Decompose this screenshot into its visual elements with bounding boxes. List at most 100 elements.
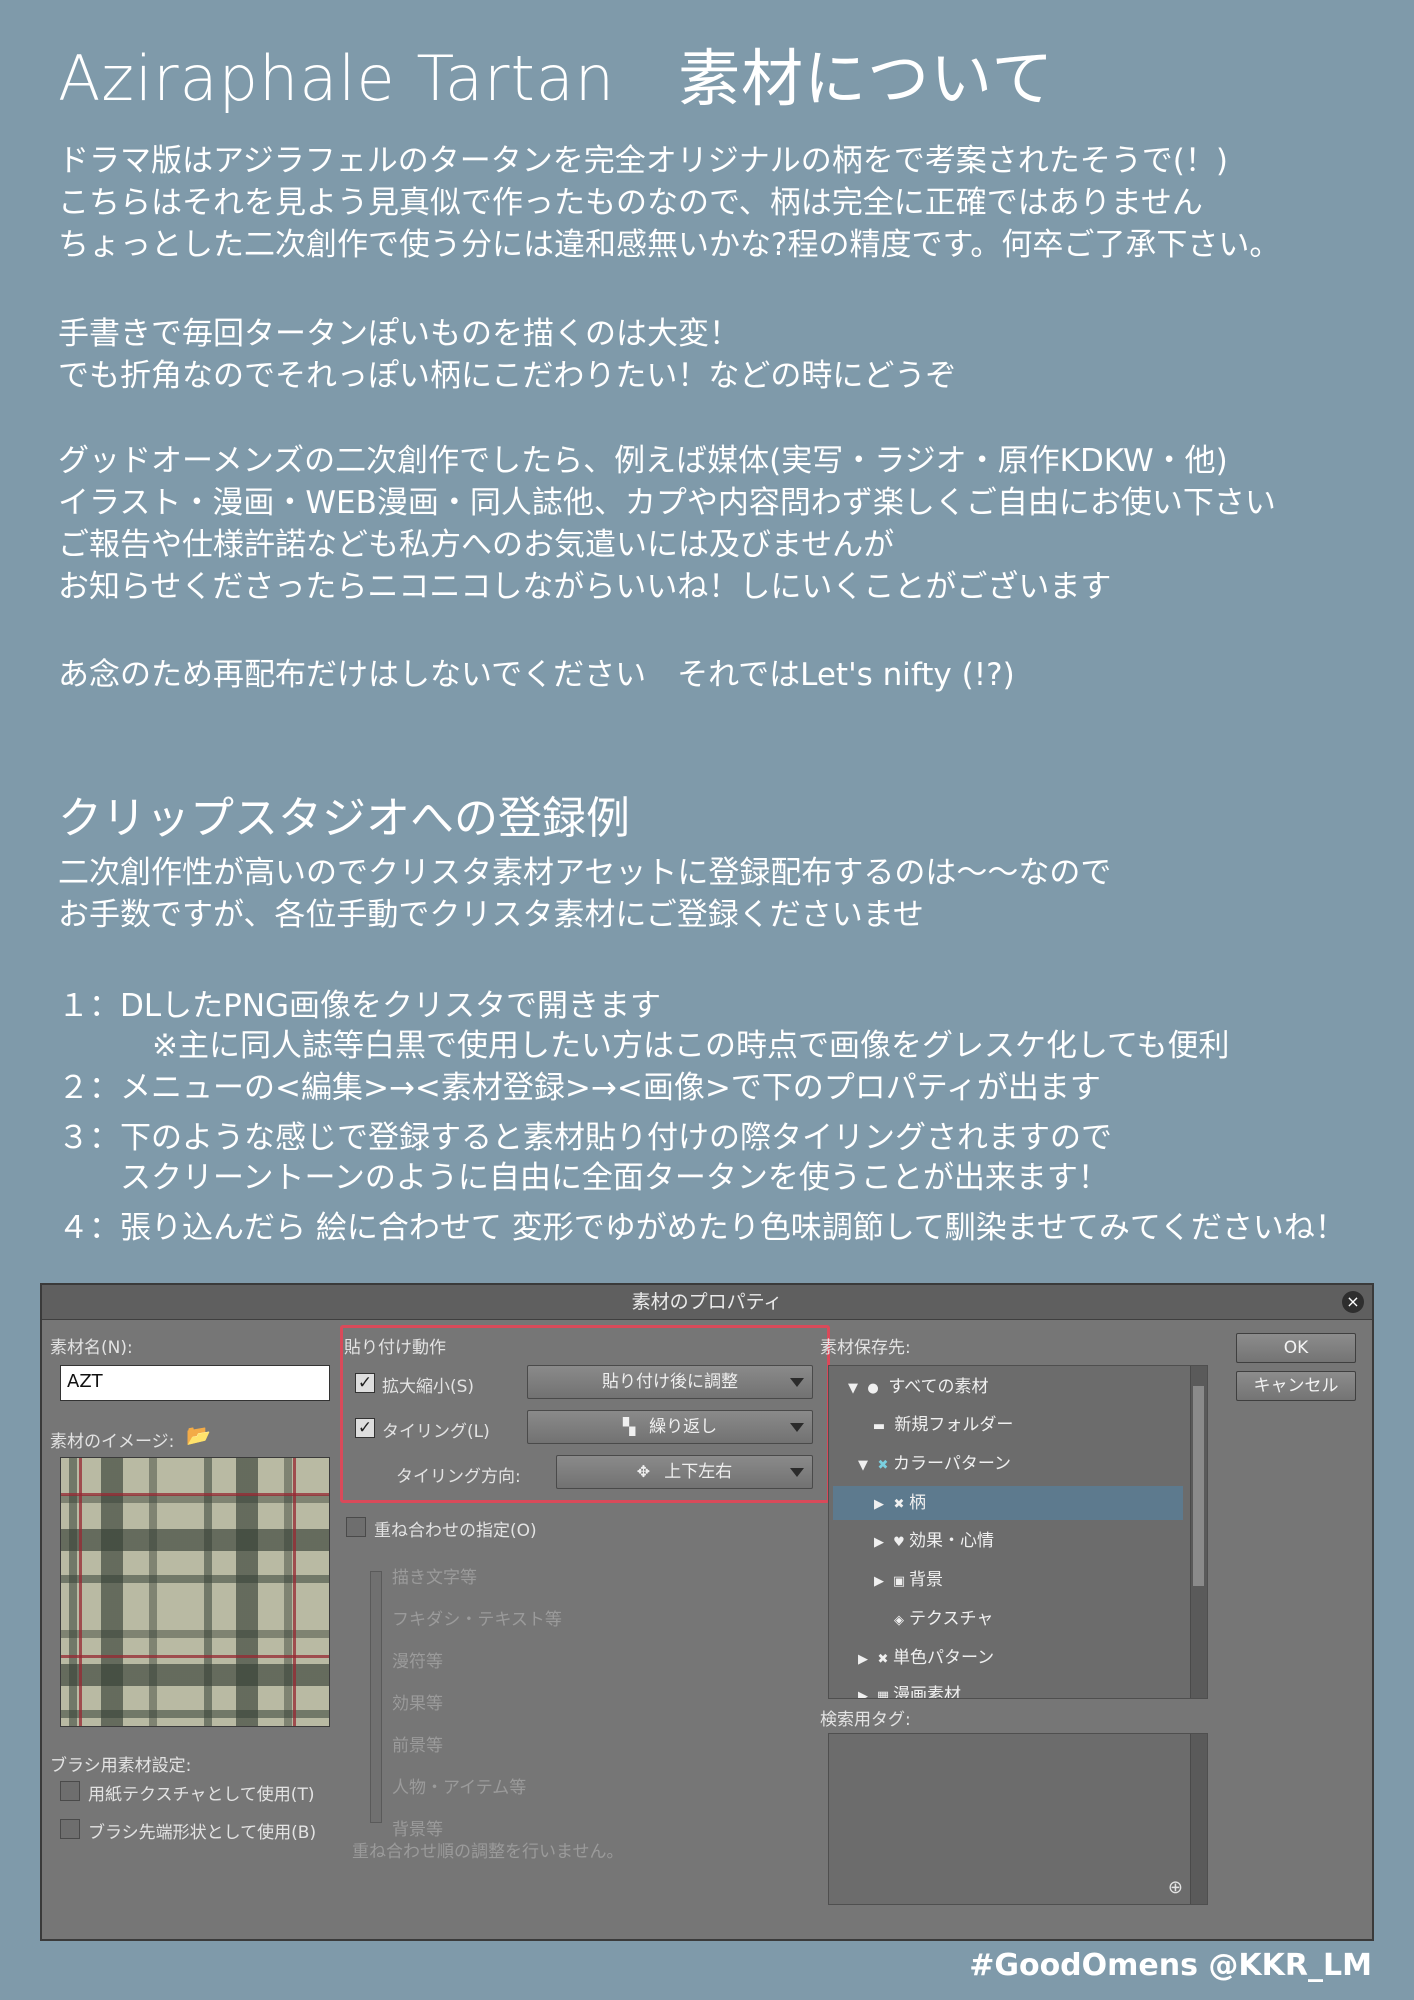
intro-line: ドラマ版はアジラフェルのタータンを完全オリジナルの柄をで考案されたそうで(！) <box>58 143 1228 179</box>
overlay-item: 描き文字等 <box>392 1568 477 1588</box>
tree-item-background[interactable]: ▶ ▣ 背景 <box>829 1563 1187 1597</box>
paragraph-line: でも折角なのでそれっぽい柄にこだわりたい！などの時にどうぞ <box>58 358 957 394</box>
tree-item-label: 背景 <box>909 1570 943 1590</box>
usage-paragraph: グッドオーメンズの二次創作でしたら、例えば媒体(実写・ラジオ・原作KDKW・他)… <box>58 440 1276 608</box>
intro-line: こちらはそれを見よう見真似で作ったものなので、柄は完全に正確ではありません <box>58 185 1203 221</box>
ok-button[interactable]: OK <box>1236 1333 1356 1363</box>
tree-item-texture[interactable]: ◈ テクスチャ <box>829 1602 1187 1636</box>
scale-dropdown-value: 貼り付け後に調整 <box>602 1372 738 1392</box>
paper-texture-checkbox[interactable] <box>60 1781 80 1801</box>
tree-item-label: 新規フォルダー <box>894 1415 1014 1435</box>
overlay-item: 人物・アイテム等 <box>392 1778 527 1798</box>
overlay-label: 重ね合わせの指定(O) <box>374 1521 537 1541</box>
scale-dropdown[interactable]: 貼り付け後に調整 <box>527 1365 813 1399</box>
close-icon[interactable]: × <box>1342 1291 1364 1313</box>
overlay-checkbox[interactable] <box>346 1517 366 1537</box>
overlay-order-slider <box>370 1571 382 1823</box>
scrollbar-thumb[interactable] <box>1193 1386 1204 1586</box>
grid-icon: ▦ <box>876 1689 890 1699</box>
search-tag-box[interactable]: ⊕ <box>828 1733 1208 1905</box>
tree-item-pattern-selected[interactable]: ▶ ✖ 柄 <box>833 1486 1183 1520</box>
footer-credit: #GoodOmens @KKR_LM <box>969 1948 1372 1983</box>
collapsed-arrow-icon: ▶ <box>874 1497 884 1512</box>
tree-item-color-pattern[interactable]: ▼ ✖ カラーパターン <box>829 1447 1187 1481</box>
material-folder-tree[interactable]: ▼ ● すべての素材 ▬ 新規フォルダー ▼ ✖ カラーパターン ▶ ✖ 柄 ▶ ♥ 効果・心… <box>828 1365 1208 1699</box>
image-icon: ▣ <box>892 1574 906 1589</box>
chevron-down-icon <box>790 1378 804 1387</box>
step-3: ３：下のような感じで登録すると素材貼り付けの際タイリングされますので <box>58 1120 1112 1156</box>
chevron-down-icon <box>790 1423 804 1432</box>
collapsed-arrow-icon: ▶ <box>874 1574 884 1589</box>
brush-tip-label: ブラシ先端形状として使用(B) <box>88 1823 317 1843</box>
material-name-input[interactable]: AZT <box>60 1365 330 1401</box>
tiling-checkbox[interactable]: ✓ <box>355 1418 375 1438</box>
brush-tip-checkbox[interactable] <box>60 1819 80 1839</box>
collapsed-arrow-icon: ▶ <box>874 1535 884 1550</box>
overlay-item: フキダシ・テキスト等 <box>392 1610 562 1630</box>
hand-drawing-paragraph: 手書きで毎回タータンぽいものを描くのは大変！ でも折角なのでそれっぽい柄にこだわ… <box>58 313 956 397</box>
scale-label: 拡大縮小(S) <box>382 1377 475 1397</box>
paragraph-line: イラスト・漫画・WEB漫画・同人誌他、カプや内容問わず楽しくご自由にお使い下さい <box>58 485 1276 521</box>
section-title-registration: クリップスタジオへの登録例 <box>58 793 630 844</box>
material-name-label: 素材名(N): <box>50 1338 133 1358</box>
registration-intro: 二次創作性が高いのでクリスタ素材アセットに登録配布するのは〜〜なので お手数です… <box>58 852 1111 936</box>
tiling-direction-label: タイリング方向: <box>396 1467 521 1487</box>
tree-item-effects[interactable]: ▶ ♥ 効果・心情 <box>829 1524 1187 1558</box>
dialog-titlebar[interactable]: 素材のプロパティ × <box>42 1285 1372 1320</box>
folder-icon: ▬ <box>872 1419 886 1434</box>
collapsed-arrow-icon: ▶ <box>858 1689 868 1699</box>
paragraph-line: 二次創作性が高いのでクリスタ素材アセットに登録配布するのは〜〜なので <box>58 855 1112 891</box>
tiling-dropdown[interactable]: ▚ 繰り返し <box>527 1410 813 1444</box>
tree-item-label: すべての素材 <box>888 1377 989 1397</box>
mono-pattern-icon: ✖ <box>877 1652 889 1667</box>
paragraph-line: お手数ですが、各位手動でクリスタ素材にご登録くださいませ <box>58 897 924 933</box>
paper-texture-label: 用紙テクスチャとして使用(T) <box>88 1785 315 1805</box>
tree-scrollbar[interactable] <box>1190 1366 1207 1698</box>
intro-paragraph: ドラマ版はアジラフェルのタータンを完全オリジナルの柄をで考案されたそうで(！) … <box>58 140 1280 266</box>
heart-icon: ♥ <box>893 1535 905 1550</box>
tree-item-label: 単色パターン <box>893 1648 995 1668</box>
tree-item-manga[interactable]: ▶ ▦ 漫画素材 <box>829 1678 1187 1699</box>
redistribution-note: あ念のため再配布だけはしないでください それではLet's nifty (!?) <box>58 657 1015 693</box>
step-4: ４：張り込んだら 絵に合わせて 変形でゆがめたり色味調節して馴染ませてみてくださ… <box>58 1210 1346 1246</box>
tiling-direction-dropdown[interactable]: ✥ 上下左右 <box>556 1455 813 1489</box>
expanded-arrow-icon: ▼ <box>858 1458 868 1473</box>
brush-settings-label: ブラシ用素材設定: <box>50 1756 192 1776</box>
repeat-icon: ▚ <box>622 1417 636 1436</box>
chevron-down-icon <box>790 1468 804 1477</box>
save-location-label: 素材保存先: <box>820 1338 911 1358</box>
tree-item-mono-pattern[interactable]: ▶ ✖ 単色パターン <box>829 1641 1187 1675</box>
globe-icon: ● <box>867 1381 879 1396</box>
paragraph-line: ご報告や仕様許諾なども私方へのお気遣いには及びませんが <box>58 527 895 563</box>
add-tag-icon[interactable]: ⊕ <box>1168 1877 1183 1898</box>
overlay-note: 重ね合わせ順の調整を行いません。 <box>352 1842 624 1862</box>
scale-checkbox[interactable]: ✓ <box>355 1373 375 1393</box>
step-3-continued: スクリーントーンのように自由に全面タータンを使うことが出来ます！ <box>120 1160 1109 1196</box>
overlay-item: 漫符等 <box>392 1652 443 1672</box>
tartan-preview-image <box>60 1457 330 1727</box>
paragraph-line: 手書きで毎回タータンぽいものを描くのは大変！ <box>58 316 740 352</box>
cancel-button[interactable]: キャンセル <box>1236 1371 1356 1401</box>
tree-item-label: テクスチャ <box>909 1609 994 1629</box>
paragraph-line: グッドオーメンズの二次創作でしたら、例えば媒体(実写・ラジオ・原作KDKW・他) <box>58 443 1228 479</box>
collapsed-arrow-icon: ▶ <box>858 1652 868 1667</box>
tree-item-all-materials[interactable]: ▼ ● すべての素材 <box>829 1370 1187 1404</box>
tag-scrollbar[interactable] <box>1190 1734 1207 1904</box>
tree-item-label: カラーパターン <box>893 1454 1011 1474</box>
load-image-icon[interactable]: 📂 <box>186 1423 211 1447</box>
expanded-arrow-icon: ▼ <box>848 1381 858 1396</box>
tree-item-new-folder[interactable]: ▬ 新規フォルダー <box>829 1408 1187 1442</box>
tiling-direction-value: 上下左右 <box>664 1462 733 1482</box>
tree-item-label: 効果・心情 <box>909 1531 994 1551</box>
pattern-icon: ✖ <box>893 1497 905 1512</box>
intro-line: ちょっとした二次創作で使う分には違和感無いかな?程の精度です。何卒ご了承下さい。 <box>58 227 1281 263</box>
overlay-item: 効果等 <box>392 1694 443 1714</box>
tiling-label: タイリング(L) <box>382 1422 490 1442</box>
texture-icon: ◈ <box>894 1613 904 1628</box>
step-2: ２：メニューの<編集>→<素材登録>→<画像>で下のプロパティが出ます <box>58 1070 1101 1106</box>
step-1: １：DLしたPNG画像をクリスタで開きます <box>58 988 662 1024</box>
step-1-note: ※主に同人誌等白黒で使用したい方はこの時点で画像をグレスケ化しても便利 <box>152 1028 1230 1064</box>
tiling-dropdown-value: 繰り返し <box>649 1417 718 1437</box>
tree-item-label: 柄 <box>909 1493 926 1513</box>
color-pattern-icon: ✖ <box>877 1458 889 1473</box>
